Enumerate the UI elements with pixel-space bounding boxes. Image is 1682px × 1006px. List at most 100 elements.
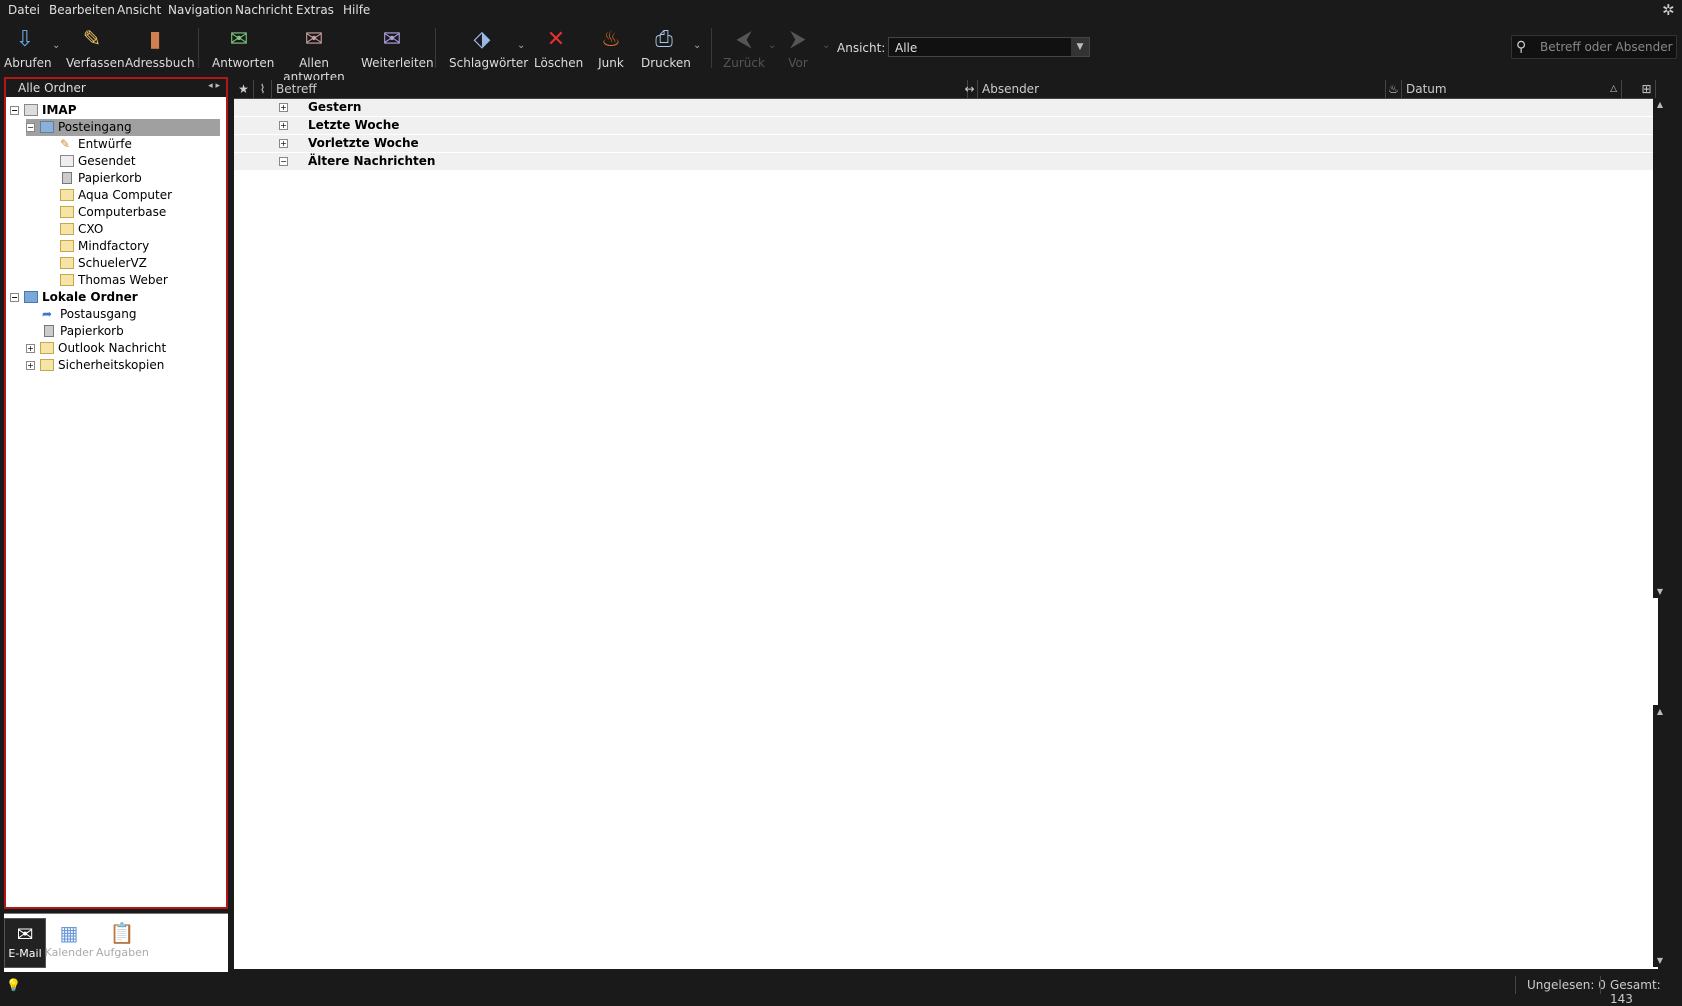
date-column-header[interactable]: Datum △ [1402,80,1622,98]
scroll-down-icon[interactable]: ▼ [1655,587,1665,596]
chevron-down-icon[interactable]: ▼ [1071,38,1089,56]
column-picker[interactable]: ⊞ [1638,80,1656,98]
message-list-scrollbar[interactable]: ▲ ▼ [1653,98,1667,598]
folder-computerbase[interactable]: Computerbase [60,204,220,221]
pencil-icon: ✎ [82,27,102,52]
expand-toggle-icon[interactable]: + [26,361,35,370]
scroll-down-icon[interactable]: ▼ [1655,956,1665,965]
menubar: Datei Bearbeiten Ansicht Navigation Nach… [0,0,1682,22]
message-group-row[interactable]: − Ältere Nachrichten [234,153,1654,171]
thread-column-header[interactable]: ↔ [962,80,978,98]
tags-dropdown-icon[interactable]: ⌄ [517,40,525,51]
folder-local-papierkorb[interactable]: Papierkorb [42,323,220,340]
scroll-up-icon[interactable]: ▲ [1655,707,1665,716]
back-dropdown-icon[interactable]: ⌄ [768,40,776,51]
back-button[interactable]: ⮜ Zurück [722,26,766,70]
message-group-row[interactable]: + Vorletzte Woche [234,135,1654,153]
expand-toggle-icon[interactable]: + [279,139,288,148]
drafts-pencil-icon: ✎ [60,137,71,151]
message-group-row[interactable]: + Letzte Woche [234,117,1654,135]
sender-column-header[interactable]: Absender [978,80,1386,98]
account-local-folders[interactable]: − Lokale Ordner [10,289,220,306]
tags-button[interactable]: ⬗ Schlagwörter [449,26,528,70]
compose-button[interactable]: ✎ Verfassen [66,26,125,70]
forward-nav-button[interactable]: ⮞ Vor [781,26,815,70]
lightbulb-icon[interactable]: 💡 [6,978,21,992]
collapse-toggle-icon[interactable]: − [279,157,288,166]
settings-gear-icon[interactable]: ✲ [1662,2,1678,18]
delete-x-icon: ✕ [546,27,566,52]
sent-icon [60,155,74,167]
forward-button[interactable]: ✉ Weiterleiten [361,26,434,70]
expand-toggle-icon[interactable]: + [26,344,35,353]
delete-button[interactable]: ✕ Löschen [534,26,583,70]
calendar-mode-label: Kalender [44,946,94,959]
menu-datei[interactable]: Datei [8,3,40,17]
folder-postausgang[interactable]: ➦ Postausgang [42,306,220,323]
compose-label: Verfassen [66,56,125,70]
folder-label: Computerbase [78,205,167,219]
folder-thomas-weber[interactable]: Thomas Weber [60,272,220,289]
status-divider [1600,976,1601,994]
reply-button[interactable]: ✉ Antworten [212,26,274,70]
collapse-toggle-icon[interactable]: − [26,123,35,132]
column-header-row: ★ ⌇ Betreff ↔ Absender ♨ Datum △ ⊞ [234,80,1658,99]
forward-nav-dropdown-icon[interactable]: ⌄ [822,40,830,51]
search-input[interactable]: ⚲ Betreff oder Absender [1511,35,1677,59]
account-imap[interactable]: − IMAP [10,102,220,119]
expand-toggle-icon[interactable]: + [279,121,288,130]
reply-all-button[interactable]: ✉ Allen antworten [275,26,353,84]
get-mail-button[interactable]: ⇩ Abrufen [4,26,52,70]
subject-column-header[interactable]: Betreff [272,80,968,98]
search-icon[interactable]: ⚲ [1516,39,1526,55]
addressbook-icon: ▮ [148,27,162,52]
collapse-toggle-icon[interactable]: − [10,293,19,302]
star-column-header[interactable]: ★ [234,80,254,98]
folder-cxo[interactable]: CXO [60,221,220,238]
menu-extras[interactable]: Extras [296,3,334,17]
reply-all-icon: ✉ [304,27,324,52]
folder-mindfactory[interactable]: Mindfactory [60,238,220,255]
collapse-toggle-icon[interactable]: − [10,106,19,115]
preview-scrollbar[interactable]: ▲ ▼ [1653,705,1667,967]
calendar-mode-button[interactable]: ▦ Kalender [44,918,94,966]
folder-icon [60,274,74,286]
folder-sicherheitskopien[interactable]: + Sicherheitskopien [26,357,220,374]
junk-column-header[interactable]: ♨ [1386,80,1402,98]
folder-outlook-nachricht[interactable]: + Outlook Nachricht [26,340,220,357]
mail-mode-button[interactable]: ✉ E-Mail [4,918,46,968]
scroll-up-icon[interactable]: ▲ [1655,100,1665,109]
menu-ansicht[interactable]: Ansicht [117,3,161,17]
expand-toggle-icon[interactable]: + [279,103,288,112]
folder-label: Mindfactory [78,239,150,253]
folder-aqua-computer[interactable]: Aqua Computer [60,187,220,204]
forward-arrow-icon: ⮞ [790,27,806,52]
folder-label: Aqua Computer [78,188,173,202]
menu-nachricht[interactable]: Nachricht [235,3,293,17]
forward-label: Weiterleiten [361,56,434,70]
attachment-column-header[interactable]: ⌇ [254,80,272,98]
folder-gesendet[interactable]: Gesendet [60,153,220,170]
get-mail-dropdown-icon[interactable]: ⌄ [52,40,60,51]
folder-papierkorb[interactable]: Papierkorb [60,170,220,187]
star-icon: ★ [238,82,249,96]
junk-button[interactable]: ♨ Junk [595,26,627,70]
tasks-mode-button[interactable]: 📋 Aufgaben [96,918,149,966]
folder-view-switch-icon[interactable]: ◂ ▸ [208,81,220,91]
print-button[interactable]: ⎙ Drucken [641,26,691,70]
folder-pane: Alle Ordner ◂ ▸ − IMAP − Posteingang ✎ E… [4,77,228,909]
addressbook-button[interactable]: ▮ Adressbuch [125,26,195,70]
folder-entwuerfe[interactable]: ✎ Entwürfe [60,136,220,153]
folder-schuelervz[interactable]: SchuelerVZ [60,255,220,272]
print-dropdown-icon[interactable]: ⌄ [693,40,701,51]
folder-posteingang[interactable]: − Posteingang [26,119,220,136]
print-label: Drucken [641,56,691,70]
menu-bearbeiten[interactable]: Bearbeiten [49,3,115,17]
toolbar-separator [435,28,436,68]
folder-pane-title[interactable]: Alle Ordner [18,81,86,95]
message-group-row[interactable]: + Gestern [234,99,1654,117]
view-select[interactable]: Alle ▼ [888,37,1090,57]
menu-navigation[interactable]: Navigation [168,3,233,17]
menu-hilfe[interactable]: Hilfe [343,3,370,17]
tags-label: Schlagwörter [449,56,529,70]
